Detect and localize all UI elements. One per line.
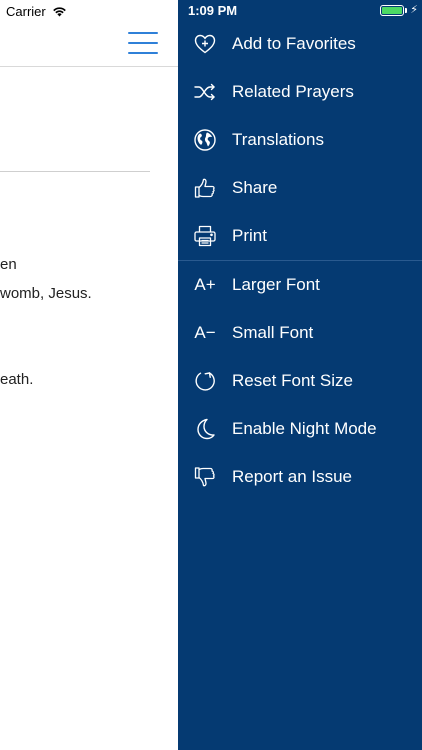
- status-bar-left: Carrier: [6, 2, 67, 20]
- battery-icon: [380, 5, 404, 16]
- menu-item-label: Report an Issue: [232, 467, 353, 486]
- menu-item-label: Related Prayers: [232, 82, 354, 101]
- shuffle-icon: [178, 68, 232, 116]
- menu-item-label: Share: [232, 178, 278, 197]
- font-smaller-glyph: A−: [194, 323, 216, 342]
- battery-tip: [405, 8, 407, 13]
- thumbs-down-icon: [178, 453, 232, 501]
- content-divider: [0, 171, 150, 172]
- globe-icon: [178, 116, 232, 164]
- menu-item-add-to-favorites[interactable]: Add to Favorites: [178, 20, 422, 68]
- heart-plus-icon: [178, 20, 232, 68]
- screen: Carrier en womb, Jesus. eath. 1:09 PM ⚡: [0, 0, 422, 750]
- nav-divider: [0, 66, 178, 67]
- printer-icon: [178, 212, 232, 260]
- menu-item-print[interactable]: Print: [178, 212, 422, 260]
- menu-item-label: Print: [232, 226, 267, 245]
- font-larger-glyph: A+: [194, 275, 216, 294]
- battery-level: [382, 7, 402, 14]
- menu-item-label: Larger Font: [232, 275, 320, 294]
- font-smaller-icon: A−: [178, 309, 232, 357]
- hamburger-line: [128, 42, 158, 44]
- reset-icon: [178, 357, 232, 405]
- menu-item-label: Add to Favorites: [232, 34, 356, 53]
- drawer-menu: Add to Favorites Related Prayers Transla…: [178, 20, 422, 501]
- font-larger-icon: A+: [178, 261, 232, 309]
- carrier-label: Carrier: [6, 3, 46, 19]
- prayer-text-line: womb, Jesus.: [0, 285, 92, 302]
- wifi-icon: [52, 6, 66, 17]
- menu-item-label: Translations: [232, 130, 324, 149]
- side-drawer: 1:09 PM ⚡ Add to Favorites Related Praye…: [178, 0, 422, 750]
- menu-item-label: Enable Night Mode: [232, 419, 377, 438]
- moon-icon: [178, 405, 232, 453]
- prayer-text-line: eath.: [0, 371, 34, 388]
- menu-item-translations[interactable]: Translations: [178, 116, 422, 164]
- menu-item-enable-night-mode[interactable]: Enable Night Mode: [178, 405, 422, 453]
- menu-item-larger-font[interactable]: A+ Larger Font: [178, 261, 422, 309]
- charging-icon: ⚡: [410, 4, 418, 16]
- menu-button[interactable]: [128, 32, 158, 54]
- menu-item-share[interactable]: Share: [178, 164, 422, 212]
- clock: 1:09 PM: [188, 3, 238, 18]
- hamburger-line: [128, 32, 158, 34]
- menu-item-small-font[interactable]: A− Small Font: [178, 309, 422, 357]
- menu-item-related-prayers[interactable]: Related Prayers: [178, 68, 422, 116]
- menu-item-label: Reset Font Size: [232, 371, 353, 390]
- menu-item-report-an-issue[interactable]: Report an Issue: [178, 453, 422, 501]
- prayer-text-line: en: [0, 256, 17, 273]
- menu-item-label: Small Font: [232, 323, 314, 342]
- thumbs-up-icon: [178, 164, 232, 212]
- hamburger-line: [128, 52, 158, 54]
- menu-item-reset-font-size[interactable]: Reset Font Size: [178, 357, 422, 405]
- status-bar-right: 1:09 PM ⚡: [178, 0, 422, 22]
